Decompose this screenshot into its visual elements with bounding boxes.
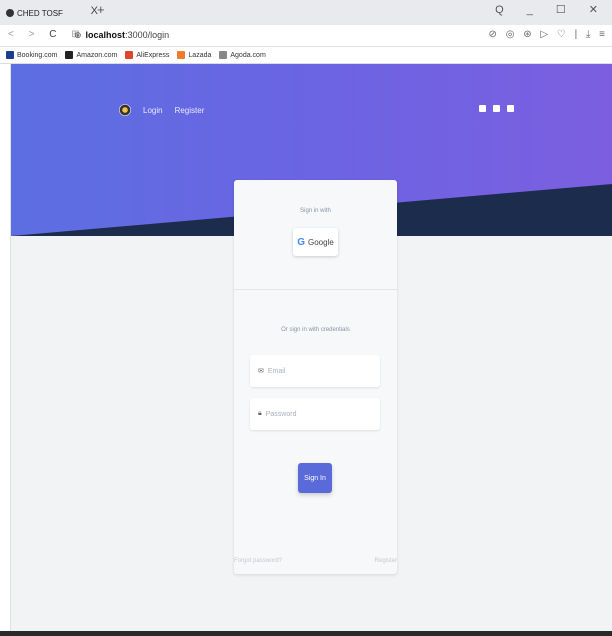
github-icon[interactable] <box>507 105 514 112</box>
nav-register-link[interactable]: Register <box>175 106 205 115</box>
sign-in-with-label: Sign in with <box>300 208 331 214</box>
forward-button[interactable]: > <box>29 29 41 40</box>
password-placeholder: Password <box>265 410 297 418</box>
credentials-label: Or sign in with credentials <box>281 327 350 333</box>
bookmark-booking[interactable]: Booking.com <box>6 51 57 59</box>
google-signin-button[interactable]: G Google <box>293 228 338 256</box>
agoda-icon <box>219 51 228 59</box>
lock-icon: 🔒︎ <box>258 410 262 417</box>
url-host: localhost <box>85 30 126 40</box>
browser-toolbar-icons[interactable]: ⊘ ◎ ⊛ ▷ ♡ | ⤓ ≡ <box>489 29 608 40</box>
bookmarks-bar: Booking.com Amazon.com AliExpress Lazada… <box>0 47 612 64</box>
facebook-icon[interactable] <box>479 105 486 112</box>
reload-button[interactable]: C <box>49 29 62 40</box>
hero-navbar: Login Register <box>119 104 216 116</box>
email-placeholder: Email <box>267 367 286 375</box>
bookmark-aliexpress[interactable]: AliExpress <box>125 51 169 59</box>
back-button[interactable]: < <box>8 29 20 40</box>
nav-login-link[interactable]: Login <box>143 106 163 115</box>
tab-title: CHED TOSF <box>17 8 63 18</box>
forgot-password-link[interactable]: Forgot password? <box>234 558 282 564</box>
twitter-icon[interactable] <box>493 105 500 112</box>
google-icon: G <box>297 236 305 248</box>
lazada-icon <box>177 51 186 59</box>
bookmark-lazada[interactable]: Lazada <box>177 51 211 59</box>
amazon-icon <box>65 51 74 59</box>
new-tab-button[interactable]: + <box>97 2 105 17</box>
address-bar: < > C ⊞ ⊕ localhost:3000/login ⊘ ◎ ⊛ ▷ ♡ … <box>0 25 612 47</box>
site-logo-icon[interactable] <box>119 104 131 116</box>
login-card: Sign in with G Google Or sign in with cr… <box>234 180 397 574</box>
login-page: Login Register Sign in with G Google Or … <box>11 64 612 634</box>
browser-window: CHED TOSF X + Q _ ☐ ✕ < > C ⊞ ⊕ localhost… <box>0 0 612 636</box>
site-info-icon[interactable]: ⊕ <box>74 30 82 40</box>
taskbar-strip <box>0 631 612 636</box>
url-path: :3000/login <box>125 30 170 40</box>
aliexpress-icon <box>125 51 134 59</box>
register-link[interactable]: Register <box>375 558 397 564</box>
bookmark-amazon[interactable]: Amazon.com <box>65 51 117 59</box>
url-field[interactable]: ⊕ localhost:3000/login <box>74 30 169 41</box>
booking-icon <box>6 51 14 59</box>
bookmark-agoda[interactable]: Agoda.com <box>219 51 266 59</box>
window-controls[interactable]: Q _ ☐ ✕ <box>495 3 608 16</box>
password-field[interactable]: 🔒︎ Password <box>250 398 380 430</box>
tab-bar: CHED TOSF X + Q _ ☐ ✕ <box>0 0 612 25</box>
tab-ched-tosf[interactable]: CHED TOSF X <box>6 3 106 23</box>
email-field[interactable]: ✉ Email <box>250 355 380 387</box>
sign-in-button[interactable]: Sign In <box>298 463 332 493</box>
social-signin-section: Sign in with G Google <box>234 180 397 290</box>
google-label: Google <box>307 237 334 247</box>
social-links <box>479 105 521 114</box>
envelope-icon: ✉ <box>258 368 264 375</box>
tab-favicon-icon <box>6 9 14 17</box>
side-edge <box>0 64 11 631</box>
